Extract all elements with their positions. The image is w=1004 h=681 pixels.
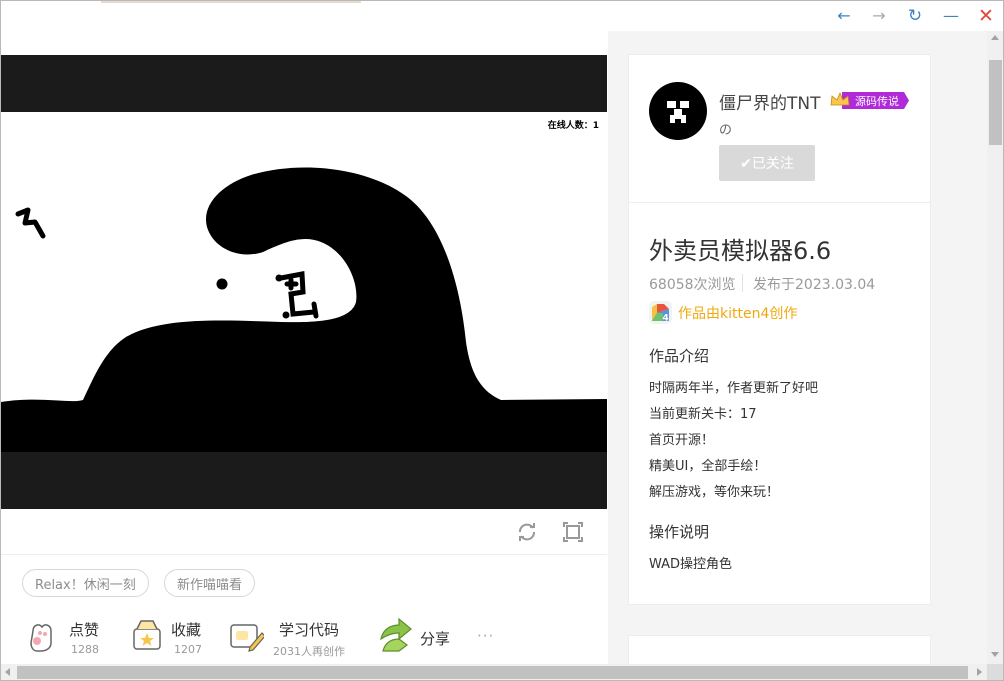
vertical-scroll-thumb[interactable]: [989, 60, 1002, 145]
author-subtitle: の: [719, 123, 733, 138]
scooter-wheel-front: [275, 274, 283, 282]
like-count: 1288: [71, 643, 99, 656]
minimize-icon[interactable]: —: [940, 6, 962, 26]
creeper-face-icon: [667, 101, 689, 123]
kitten4-logo-icon: 4: [649, 301, 672, 324]
back-icon[interactable]: ←: [833, 6, 855, 26]
operation-text: WAD操控角色: [649, 557, 733, 572]
game-scene: [1, 167, 607, 452]
wave-terrain: [1, 167, 607, 452]
tag-new-work[interactable]: 新作喵喵看: [164, 569, 256, 597]
intro-line: 时隔两年半，作者更新了好吧: [649, 381, 819, 396]
code-pencil-icon: [230, 624, 264, 652]
intro-line: 当前更新关卡：17: [649, 407, 757, 422]
follow-button[interactable]: ✔已关注: [719, 145, 815, 181]
intro-title: 作品介绍: [649, 347, 710, 365]
author-name[interactable]: 僵尸界的TNT: [719, 89, 821, 114]
intro-line: 解压游戏，等你来玩！: [649, 485, 780, 500]
restart-icon[interactable]: [516, 521, 538, 543]
scrollbar-corner: [987, 664, 1003, 680]
scroll-right-icon[interactable]: [977, 668, 982, 676]
meta-separator: [742, 274, 743, 292]
learn-code-count: 2031人再创作: [273, 645, 345, 658]
game-canvas[interactable]: 在线人数：1: [1, 112, 607, 452]
operation-title: 操作说明: [649, 523, 710, 541]
share-arrow-icon: [380, 617, 412, 652]
scooter-wheel-back: [282, 311, 290, 319]
browser-window: ← → ↻ — ✕ 在线人数：1 Relax！休闲一刻 新作喵喵看 点赞 128…: [0, 0, 1004, 681]
intro-line: 首页开源！: [649, 433, 715, 448]
divider: [1, 554, 607, 555]
scroll-left-icon[interactable]: [5, 668, 10, 676]
made-with-kitten[interactable]: 作品由kitten4创作: [678, 303, 797, 323]
lightning-mark: [15, 207, 46, 239]
work-title: 外卖员模拟器6.6: [649, 237, 832, 265]
favorite-count: 1207: [174, 643, 202, 656]
scroll-down-icon[interactable]: [991, 652, 999, 657]
favorite-label: 收藏: [171, 621, 202, 639]
like-paw-icon: [30, 624, 52, 652]
view-count: 68058次浏览: [649, 277, 736, 293]
card-divider: [629, 202, 930, 203]
horizontal-scroll-thumb[interactable]: [17, 666, 968, 679]
scroll-up-icon[interactable]: [991, 35, 999, 40]
favorite-box-icon: [133, 620, 161, 650]
title-decoration: [101, 1, 361, 3]
game-stage[interactable]: 在线人数：1: [1, 55, 607, 509]
avatar[interactable]: [649, 82, 707, 140]
title-bar: ← → ↻ — ✕: [1, 1, 1003, 31]
learn-code-label: 学习代码: [279, 621, 340, 639]
badge-label: 源码传说: [855, 95, 899, 108]
scooter-rider: [278, 271, 319, 319]
fullscreen-icon[interactable]: [562, 521, 584, 543]
online-count: 在线人数：1: [547, 121, 599, 131]
player-panel: 在线人数：1 Relax！休闲一刻 新作喵喵看 点赞 1288 收藏 1207 …: [1, 31, 608, 664]
ball: [216, 278, 228, 290]
publish-date: 发布于2023.03.04: [753, 277, 876, 293]
legend-badge: 源码传说: [828, 91, 910, 110]
forward-icon[interactable]: →: [868, 6, 890, 26]
share-label: 分享: [420, 630, 451, 648]
close-icon[interactable]: ✕: [975, 6, 997, 26]
horizontal-scrollbar[interactable]: [1, 664, 987, 680]
intro-line: 精美UI，全部手绘！: [649, 459, 767, 474]
author-card: 僵尸界的TNT 源码传说 の ✔已关注 外卖员模拟器6.6 68058次浏览 发…: [628, 54, 931, 605]
refresh-icon[interactable]: ↻: [904, 6, 926, 26]
vertical-scrollbar[interactable]: [987, 31, 1003, 664]
more-icon[interactable]: ···: [477, 627, 494, 645]
svg-text:4: 4: [663, 314, 669, 324]
like-label: 点赞: [69, 621, 100, 639]
tag-relax[interactable]: Relax！休闲一刻: [22, 569, 149, 597]
